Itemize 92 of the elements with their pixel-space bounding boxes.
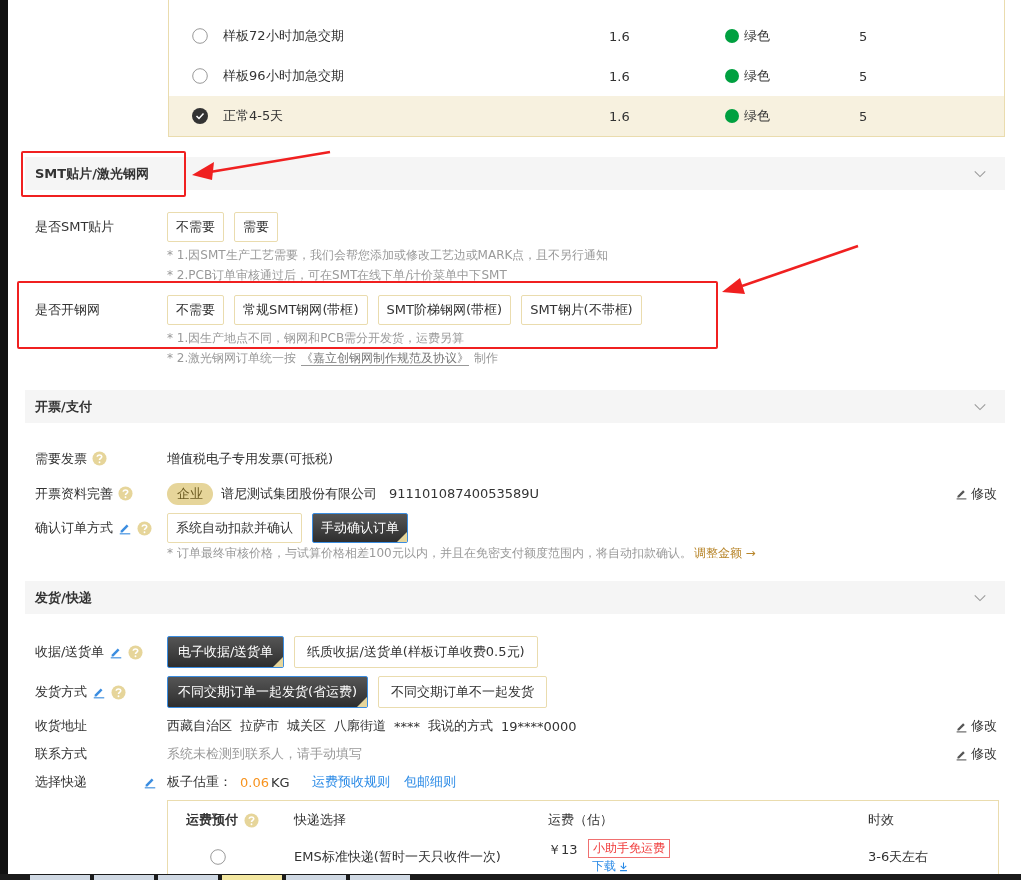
row-name: 正常4-5天 [223,107,285,125]
help-icon [92,451,107,466]
note-text: * 1.因生产地点不同，钢网和PCB需分开发货，运费另算 [167,330,466,347]
note-text: * 订单最终审核价格，与试算价格相差100元以内，并且在免密支付额度范围内，将自动扣款确认。 [167,546,692,560]
row-count: 5 [859,108,868,124]
field-label: 是否开钢网 [35,301,100,319]
shipping-price: ￥13 [548,841,578,859]
help-icon [128,644,144,660]
note-text: * 1.因SMT生产工艺需要，我们会帮您添加或修改工艺边或MARK点，且不另行通知 [167,247,609,264]
color-label: 绿色 [744,67,770,85]
option-button[interactable]: SMT钢片(不带框) [521,295,642,325]
check-corner-icon [357,697,368,707]
option-button[interactable]: 手动确认订单 [312,513,408,543]
section-header[interactable]: 开票/支付 [25,390,1005,423]
help-icon [137,520,152,536]
company-type-tag: 企业 [167,482,213,505]
option-button[interactable]: SMT阶梯钢网(带框) [377,295,512,325]
edit-link[interactable]: 修改 [955,717,997,735]
row-name: 样板72小时加急交期 [223,27,345,45]
column-header: 运费预付 [186,811,238,829]
weight-unit: KG [270,774,290,790]
column-header: 运费（估） [548,812,613,827]
radio-button[interactable] [192,28,208,44]
field-label: 联系方式 [35,745,87,763]
delivery-time: 3-6天左右 [868,848,930,866]
rule-link[interactable]: 运费预收规则 [311,773,390,791]
option-button[interactable]: 需要 [234,212,278,242]
option-button[interactable]: 纸质收据/送货单(样板订单收费0.5元) [294,636,538,668]
section-header[interactable]: 发货/快递 [25,581,1005,614]
field-label: 开票资料完善 [35,484,113,503]
address-part: 我说的方式 [428,717,493,735]
section-title: 发货/快递 [35,588,92,607]
table-row[interactable]: 正常4-5天 1.6 绿色 5 [169,96,1004,136]
color-label: 绿色 [744,107,770,125]
weight-label: 板子估重： [167,773,232,791]
radio-button[interactable] [192,68,208,84]
field-label: 收据/送货单 [35,643,105,661]
color-label: 绿色 [744,27,770,45]
address-part: 西藏自治区 [167,717,232,735]
free-shipping-badge: 小助手免运费 [587,839,670,858]
edit-link[interactable]: 修改 [955,484,997,503]
note-text: * 2.激光钢网订单统一按 [167,351,297,365]
field-label: 是否SMT贴片 [35,218,115,236]
option-button[interactable]: 系统自动扣款并确认 [167,513,302,543]
note-text: 制作 [474,351,499,365]
row-value: 1.6 [609,28,631,44]
help-icon [118,486,133,501]
check-corner-icon [397,532,407,542]
table-row[interactable]: 样板72小时加急交期 1.6 绿色 5 [169,16,1004,56]
option-button[interactable]: 不同交期订单不一起发货 [378,676,548,708]
contact-hint: 系统未检测到联系人，请手动填写 [167,745,362,763]
column-header: 快递选择 [294,812,346,827]
option-button[interactable]: 不同交期订单一起发货(省运费) [167,676,369,708]
row-value: 1.6 [609,108,631,124]
column-header: 时效 [868,812,894,827]
field-label: 确认订单方式 [35,519,113,537]
row-value: 1.6 [609,68,631,84]
edit-link[interactable]: 修改 [955,745,997,763]
field-label: 选择快递 [35,773,87,791]
invoice-type: 增值税电子专用发票(可抵税) [167,449,334,468]
download-icon [617,861,629,872]
section-title: 开票/支付 [35,397,92,416]
option-button[interactable]: 电子收据/送货单 [167,636,285,668]
section-title: SMT贴片/激光钢网 [35,164,149,183]
rule-link[interactable]: 包邮细则 [403,773,456,791]
checked-radio-icon[interactable] [192,108,208,124]
row-count: 5 [859,28,868,44]
address-part: 八廓街道 [334,717,386,735]
row-count: 5 [859,68,868,84]
courier-name: EMS标准快递(暂时一天只收件一次) [294,848,502,866]
tax-id: 91110108740053589U [389,486,540,501]
address-part: 19****0000 [501,718,577,734]
field-label: 需要发票 [35,449,87,468]
company-name: 谱尼测试集团股份有限公司 [221,484,377,503]
row-name: 样板96小时加急交期 [223,67,345,85]
option-button[interactable]: 不需要 [167,212,224,242]
field-label: 发货方式 [35,683,87,701]
option-button[interactable]: 常规SMT钢网(带框) [234,295,368,325]
address-part: 拉萨市 [240,717,279,735]
address-part: 城关区 [287,717,326,735]
table-row[interactable]: 样板96小时加急交期 1.6 绿色 5 [169,56,1004,96]
note-text: * 2.PCB订单审核通过后，可在SMT在线下单/计价菜单中下SMT [167,267,508,284]
agreement-link[interactable]: 《嘉立创钢网制作规范及协议》 [301,351,470,366]
section-header[interactable]: SMT贴片/激光钢网 [25,157,1005,190]
radio-button[interactable] [210,849,226,865]
help-icon [111,684,126,700]
option-button[interactable]: 不需要 [167,295,224,325]
address-part: **** [394,718,420,734]
help-icon [244,812,259,828]
download-link[interactable]: 下载 [591,858,670,875]
field-label: 收货地址 [35,717,87,735]
weight-value: 0.06 [240,774,269,790]
